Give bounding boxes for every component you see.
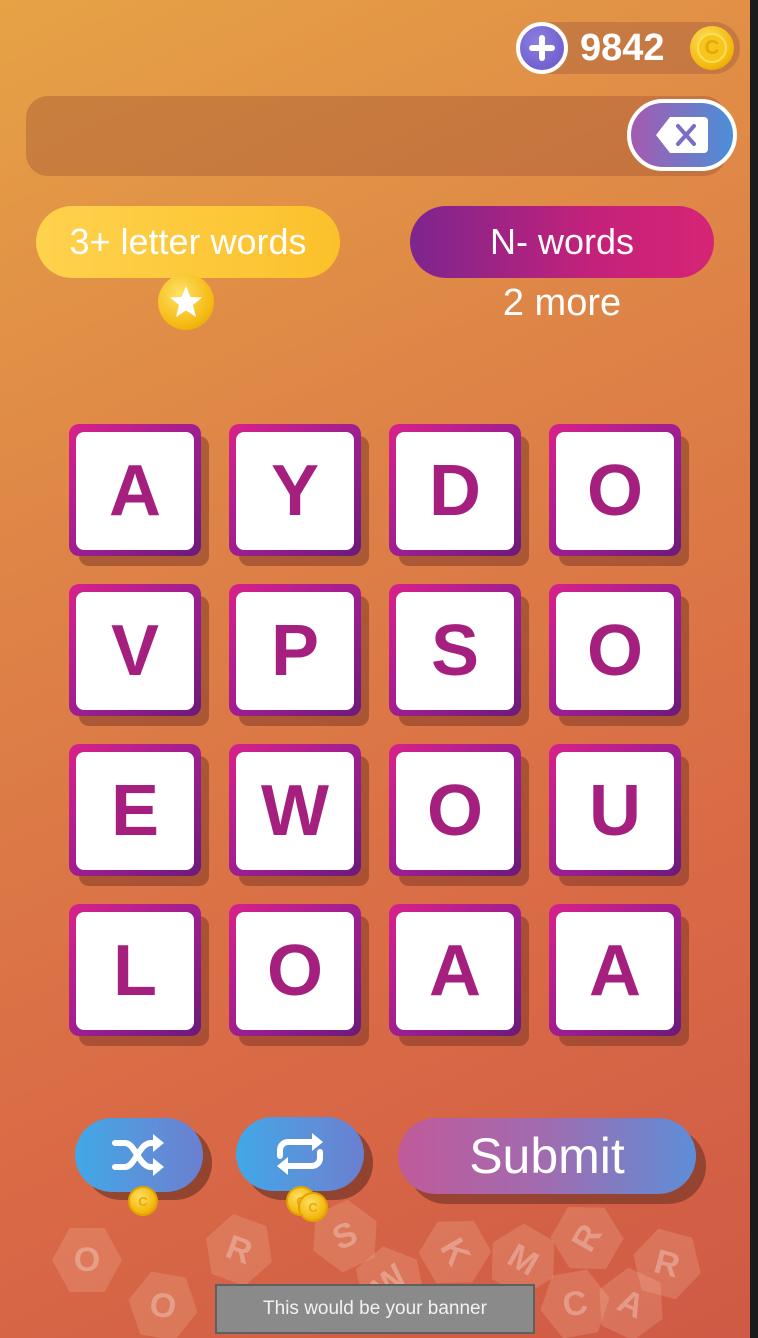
repeat-icon bbox=[277, 1133, 323, 1175]
backspace-button[interactable] bbox=[627, 99, 737, 171]
bg-hex-tile: O bbox=[123, 1268, 203, 1338]
coin-bar: 9842 C bbox=[516, 22, 740, 74]
ad-banner[interactable]: This would be your banner bbox=[215, 1284, 535, 1334]
rotate-board-button[interactable] bbox=[236, 1117, 364, 1191]
letter-words-goal: 3+ letter words bbox=[36, 206, 340, 278]
letter-tile[interactable]: A bbox=[389, 904, 529, 1046]
game-screen: O R S K W M R R C A O 9842 C 3+ letter w… bbox=[0, 0, 750, 1338]
shuffle-button[interactable] bbox=[75, 1118, 203, 1192]
letter-tile[interactable]: D bbox=[389, 424, 529, 566]
letter-tile[interactable]: V bbox=[69, 584, 209, 726]
screen-edge bbox=[750, 0, 758, 1338]
n-words-remaining: 2 more bbox=[502, 282, 622, 324]
rotate-cost-coin-icon: C bbox=[298, 1192, 328, 1222]
letter-tile[interactable]: O bbox=[229, 904, 369, 1046]
letter-tile[interactable]: P bbox=[229, 584, 369, 726]
letter-tile[interactable]: A bbox=[549, 904, 689, 1046]
letter-words-label: 3+ letter words bbox=[69, 221, 307, 262]
letter-tile[interactable]: W bbox=[229, 744, 369, 886]
letter-tile[interactable]: O bbox=[389, 744, 529, 886]
letter-tile[interactable]: O bbox=[549, 424, 689, 566]
bg-hex-tile: O bbox=[52, 1228, 122, 1292]
coin-icon: C bbox=[690, 26, 734, 70]
submit-label: Submit bbox=[469, 1128, 625, 1184]
shuffle-cost-coin-icon: C bbox=[128, 1186, 158, 1216]
submit-button[interactable]: Submit bbox=[398, 1118, 696, 1194]
letter-tile[interactable]: L bbox=[69, 904, 209, 1046]
n-words-label: N- words bbox=[489, 221, 635, 262]
letter-tile[interactable]: U bbox=[549, 744, 689, 886]
backspace-icon bbox=[656, 117, 708, 153]
current-word-field bbox=[26, 96, 726, 176]
add-coins-button[interactable] bbox=[516, 22, 568, 74]
banner-text: This would be your banner bbox=[263, 1298, 487, 1319]
letter-tile[interactable]: A bbox=[69, 424, 209, 566]
letter-tile[interactable]: O bbox=[549, 584, 689, 726]
letter-tile[interactable]: S bbox=[389, 584, 529, 726]
shuffle-icon bbox=[112, 1134, 164, 1176]
coin-count: 9842 bbox=[580, 27, 665, 69]
star-icon bbox=[158, 274, 214, 330]
letter-tile[interactable]: E bbox=[69, 744, 209, 886]
plus-icon bbox=[529, 35, 555, 61]
n-words-goal: N- words bbox=[410, 206, 714, 278]
letter-tile[interactable]: Y bbox=[229, 424, 369, 566]
bg-hex-tile: R bbox=[195, 1208, 283, 1292]
